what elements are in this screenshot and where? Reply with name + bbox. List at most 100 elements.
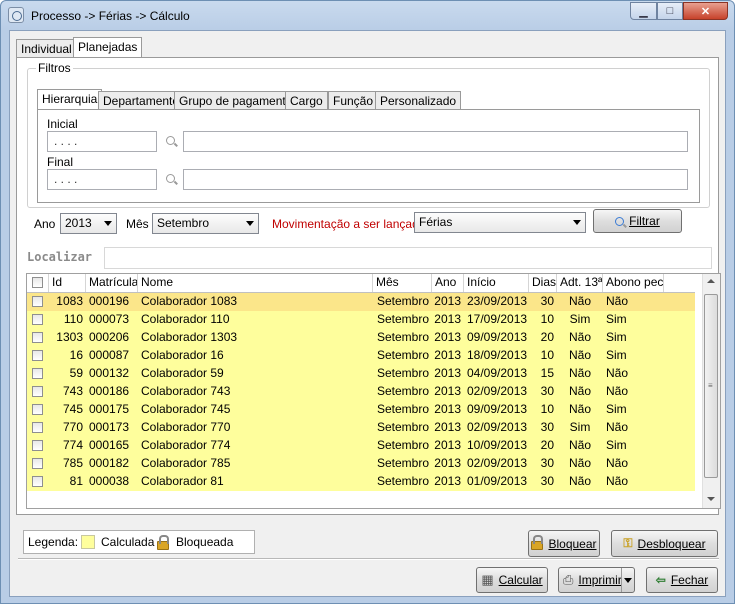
table-row[interactable]: 110 000073 Colaborador 110 Setembro 2013 17/0…: [27, 311, 695, 329]
table-row[interactable]: 743 000186 Colaborador 743 Setembro 2013 02/0…: [27, 383, 695, 401]
movimentacao-select[interactable]: Férias: [414, 212, 586, 233]
calcular-button[interactable]: ▦ Calcular: [476, 567, 548, 593]
cell-mes: Setembro: [376, 456, 429, 470]
cell-abono: Não: [606, 456, 629, 470]
cell-nome: Colaborador 16: [141, 348, 224, 362]
header-mes[interactable]: Mês: [373, 274, 432, 292]
table-row[interactable]: 81 000038 Colaborador 81 Setembro 2013 01/09/…: [27, 473, 695, 491]
legend-label: Legenda:: [28, 535, 79, 549]
cell-inicio: 09/09/2013: [467, 330, 528, 344]
filter-tab-funcao[interactable]: Função: [328, 91, 379, 110]
vertical-scrollbar[interactable]: ≡: [702, 274, 720, 508]
filtrar-button[interactable]: Filtrar: [593, 209, 682, 233]
mes-select[interactable]: Setembro: [152, 213, 259, 234]
final-code-field[interactable]: . . . .: [47, 169, 157, 190]
cell-dias: 30: [540, 384, 554, 398]
maximize-button[interactable]: □: [657, 2, 683, 20]
localizar-input[interactable]: [104, 247, 712, 269]
scroll-down-icon[interactable]: [707, 497, 715, 501]
close-button[interactable]: ✕: [683, 2, 728, 20]
table-row[interactable]: 774 000165 Colaborador 774 Setembro 2013 10/0…: [27, 437, 695, 455]
calculator-icon: ▦: [481, 572, 494, 587]
row-checkbox[interactable]: [32, 422, 43, 433]
scroll-up-icon[interactable]: [707, 279, 715, 283]
tab-planejadas[interactable]: Planejadas: [73, 37, 143, 58]
cell-abono: Sim: [606, 402, 627, 416]
cell-nome: Colaborador 745: [141, 402, 231, 416]
cell-mes: Setembro: [376, 330, 429, 344]
table-row[interactable]: 785 000182 Colaborador 785 Setembro 2013 02/0…: [27, 455, 695, 473]
imprimir-dropdown[interactable]: [621, 568, 634, 592]
cell-inicio: 10/09/2013: [467, 438, 528, 452]
cell-adt13: Não: [568, 294, 591, 308]
desbloquear-button[interactable]: ⚿ Desbloquear: [611, 530, 718, 557]
bloquear-button[interactable]: Bloquear: [528, 530, 600, 557]
title-bar[interactable]: Processo -> Férias -> Cálculo ▁ □ ✕: [1, 1, 734, 31]
header-nome[interactable]: Nome: [138, 274, 373, 292]
header-select-all[interactable]: [27, 274, 49, 292]
cell-dias: 20: [540, 438, 554, 452]
row-checkbox[interactable]: [32, 332, 43, 343]
inicial-code-field[interactable]: . . . .: [47, 131, 157, 152]
cell-adt13: Sim: [569, 420, 591, 434]
cell-dias: 30: [540, 474, 554, 488]
desbloquear-label: Desbloquear: [637, 536, 706, 551]
filter-tab-personalizado[interactable]: Personalizado: [375, 91, 462, 110]
filter-tab-cargo[interactable]: Cargo: [285, 91, 328, 110]
select-all-checkbox[interactable]: [32, 277, 43, 288]
imprimir-button[interactable]: ⎙ Imprimir: [558, 567, 635, 593]
row-checkbox[interactable]: [32, 386, 43, 397]
exit-icon: ⇦: [655, 573, 666, 587]
cell-inicio: 04/09/2013: [467, 366, 528, 380]
row-checkbox[interactable]: [32, 476, 43, 487]
cell-dias: 10: [540, 402, 554, 416]
header-ano[interactable]: Ano: [432, 274, 464, 292]
header-abono[interactable]: Abono pec.: [603, 274, 664, 292]
app-icon[interactable]: [8, 7, 24, 23]
inicial-search-icon[interactable]: [166, 136, 175, 145]
header-adt13[interactable]: Adt. 13ª: [557, 274, 603, 292]
table-row[interactable]: 16 000087 Colaborador 16 Setembro 2013 18/09/…: [27, 347, 695, 365]
cell-matricula: 000206: [89, 330, 130, 344]
header-matricula[interactable]: Matrícula: [86, 274, 138, 292]
final-search-icon[interactable]: [166, 174, 175, 183]
filter-tab-grupo-pagamento[interactable]: Grupo de pagamento: [174, 91, 298, 110]
table-row[interactable]: 745 000175 Colaborador 745 Setembro 2013 09/0…: [27, 401, 695, 419]
table-row[interactable]: 59 000132 Colaborador 59 Setembro 2013 04/09/…: [27, 365, 695, 383]
row-checkbox[interactable]: [32, 314, 43, 325]
filter-tab-departamento[interactable]: Departamento: [98, 91, 185, 110]
cell-inicio: 23/09/2013: [467, 294, 528, 308]
scrollbar-thumb[interactable]: ≡: [704, 294, 718, 478]
ano-select[interactable]: 2013: [60, 213, 117, 234]
table-row[interactable]: 1083 000196 Colaborador 1083 Setembro 2013 23…: [27, 293, 695, 311]
table-row[interactable]: 770 000173 Colaborador 770 Setembro 2013 02/0…: [27, 419, 695, 437]
cell-nome: Colaborador 59: [141, 366, 224, 380]
cell-mes: Setembro: [376, 402, 429, 416]
fechar-button[interactable]: ⇦ Fechar: [646, 567, 718, 593]
cell-nome: Colaborador 774: [141, 438, 231, 452]
minimize-button[interactable]: ▁: [630, 2, 657, 20]
legend: Legenda: Calculada Bloqueada: [23, 530, 255, 554]
row-checkbox[interactable]: [32, 458, 43, 469]
tab-individual[interactable]: Individual: [16, 39, 77, 58]
cell-adt13: Não: [568, 474, 591, 488]
cell-abono: Sim: [606, 312, 627, 326]
row-checkbox[interactable]: [32, 296, 43, 307]
row-checkbox[interactable]: [32, 350, 43, 361]
final-description-field[interactable]: [183, 169, 688, 190]
header-id[interactable]: Id: [49, 274, 86, 292]
filter-tab-hierarquia[interactable]: Hierarquia: [37, 89, 103, 110]
printer-icon: ⎙: [563, 572, 574, 587]
cell-id: 110: [63, 312, 83, 326]
cell-matricula: 000186: [89, 384, 130, 398]
cell-inicio: 02/09/2013: [467, 420, 528, 434]
chevron-down-icon: [246, 221, 254, 226]
table-row[interactable]: 1303 000206 Colaborador 1303 Setembro 2013 09…: [27, 329, 695, 347]
row-checkbox[interactable]: [32, 440, 43, 451]
legend-bloqueada: Bloqueada: [176, 535, 234, 549]
row-checkbox[interactable]: [32, 368, 43, 379]
header-inicio[interactable]: Início: [464, 274, 529, 292]
inicial-description-field[interactable]: [183, 131, 688, 152]
header-dias[interactable]: Dias: [529, 274, 557, 292]
row-checkbox[interactable]: [32, 404, 43, 415]
